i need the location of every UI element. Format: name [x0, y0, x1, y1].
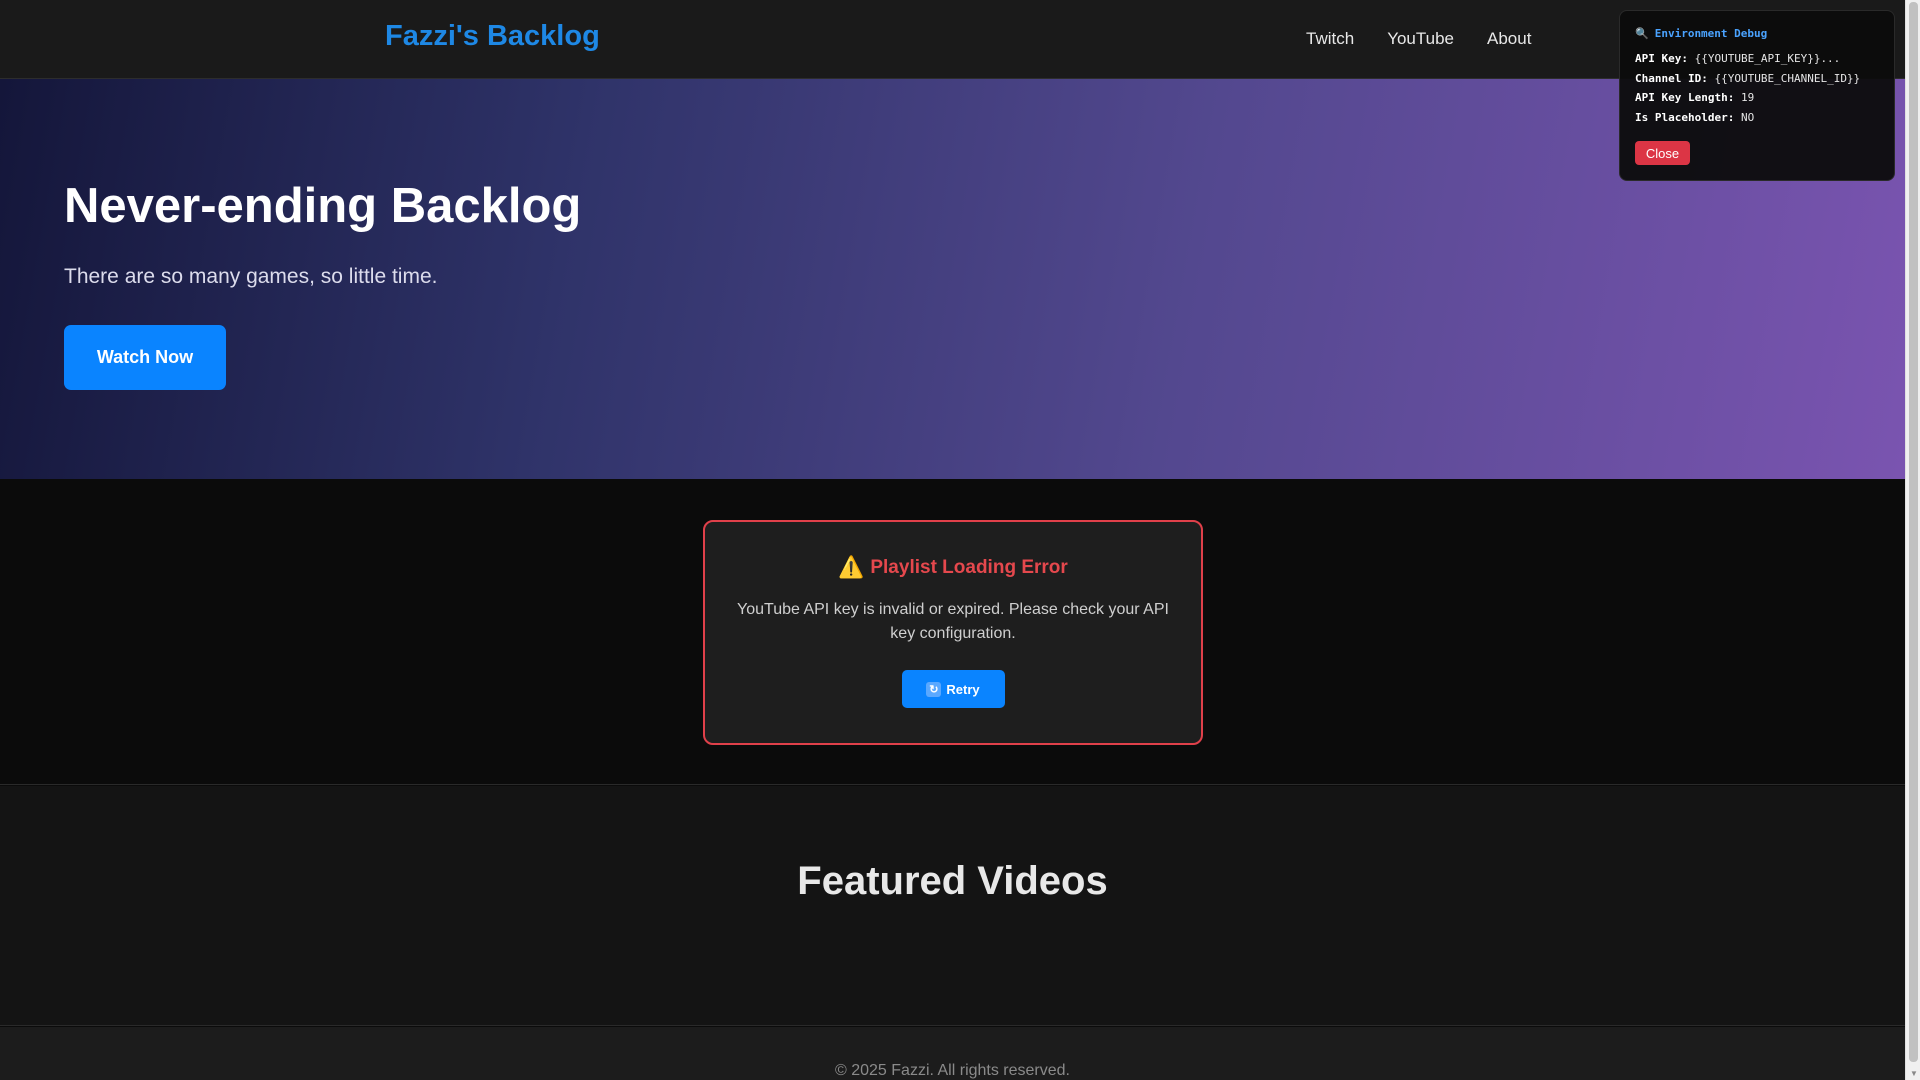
retry-label: Retry	[946, 681, 980, 697]
magnifier-icon: 🔍	[1635, 27, 1649, 40]
watch-now-button[interactable]: Watch Now	[64, 325, 226, 390]
debug-row-channel-id: Channel ID: {{YOUTUBE_CHANNEL_ID}}	[1635, 72, 1879, 92]
nav-link-about[interactable]: About	[1487, 29, 1531, 49]
debug-key: Is Placeholder:	[1635, 110, 1735, 124]
debug-title-text: Environment Debug	[1654, 27, 1768, 40]
debug-title: 🔍 Environment Debug	[1635, 27, 1879, 40]
debug-value: NO	[1740, 110, 1755, 124]
error-title-text: Playlist Loading Error	[870, 557, 1068, 578]
footer-copyright: © 2025 Fazzi. All rights reserved.	[835, 1062, 1070, 1079]
playlist-error-card: ⚠️ Playlist Loading Error YouTube API ke…	[703, 520, 1203, 745]
debug-close-button[interactable]: Close	[1635, 141, 1690, 165]
debug-row-api-key: API Key: {{YOUTUBE_API_KEY}}...	[1635, 52, 1879, 72]
footer: © 2025 Fazzi. All rights reserved.	[0, 1027, 1905, 1080]
scrollbar-thumb[interactable]	[1909, 2, 1918, 1062]
featured-title: Featured Videos	[797, 859, 1108, 903]
hero-title: Never-ending Backlog	[64, 179, 582, 233]
refresh-icon: ↻	[926, 681, 942, 697]
debug-value: 19	[1740, 91, 1755, 104]
brand-logo-link[interactable]: Fazzi's Backlog	[385, 20, 600, 53]
nav-link-twitch[interactable]: Twitch	[1306, 29, 1354, 49]
debug-value: {{YOUTUBE_CHANNEL_ID}}	[1714, 71, 1861, 85]
debug-panel: 🔍 Environment Debug API Key: {{YOUTUBE_A…	[1619, 10, 1895, 181]
error-heading: ⚠️ Playlist Loading Error	[705, 556, 1201, 580]
debug-key: Channel ID:	[1635, 71, 1708, 85]
featured-section: Featured Videos	[0, 786, 1905, 1026]
retry-button[interactable]: ↻ Retry	[901, 670, 1005, 708]
debug-key: API Key:	[1635, 52, 1688, 65]
debug-key: API Key Length:	[1635, 91, 1735, 104]
hero-subtitle: There are so many games, so little time.	[64, 265, 438, 288]
main-nav: Twitch YouTube About	[1306, 29, 1531, 49]
scroll-down-arrow-icon[interactable]: ▼	[1910, 1069, 1918, 1078]
debug-row-is-placeholder: Is Placeholder: NO	[1635, 111, 1879, 131]
debug-row-key-length: API Key Length: 19	[1635, 91, 1879, 111]
debug-value: {{YOUTUBE_API_KEY}}...	[1694, 52, 1841, 65]
warning-icon: ⚠️	[838, 556, 865, 579]
error-message: YouTube API key is invalid or expired. P…	[737, 601, 1169, 642]
playlist-section: ⚠️ Playlist Loading Error YouTube API ke…	[0, 479, 1905, 785]
nav-link-youtube[interactable]: YouTube	[1387, 29, 1454, 49]
page-scrollbar[interactable]: ▼	[1905, 0, 1920, 1080]
